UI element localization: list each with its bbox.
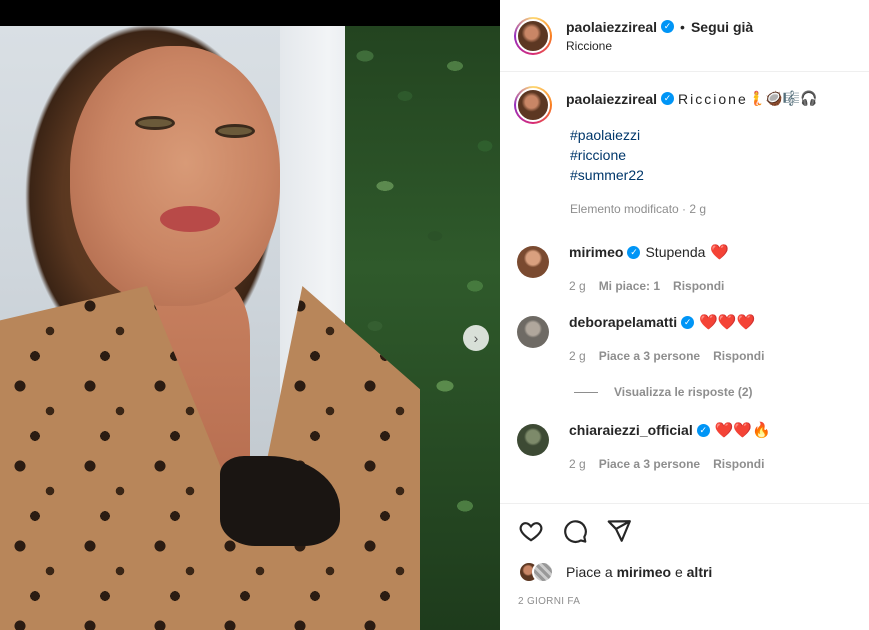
hashtag-link[interactable]: #summer22: [570, 165, 869, 185]
author-avatar[interactable]: [514, 16, 552, 55]
comment-emojis: ❤️: [710, 244, 730, 261]
replies-divider: [574, 391, 598, 393]
reply-button[interactable]: Rispondi: [713, 457, 764, 471]
comment-icon[interactable]: [562, 518, 588, 544]
photo-image[interactable]: [0, 26, 500, 630]
likes-prefix: Piace a: [566, 564, 613, 580]
author-username[interactable]: paolaiezzireal: [566, 19, 657, 35]
commenter-username[interactable]: chiaraiezzi_official: [569, 422, 693, 438]
share-icon[interactable]: [606, 518, 632, 544]
edited-meta: Elemento modificato · 2 g: [570, 202, 707, 216]
comment: deborapelamatti ✓ ❤️❤️❤️ 2 g Piace a 3 p…: [500, 313, 869, 363]
commenter-avatar[interactable]: [517, 246, 549, 278]
verified-icon: ✓: [696, 423, 710, 437]
post-location[interactable]: Riccione: [566, 39, 753, 53]
comment-likes[interactable]: Piace a 3 persone: [599, 349, 700, 363]
likes-joiner: e: [674, 564, 683, 580]
caption-text: Riccione: [678, 90, 748, 107]
comment-time[interactable]: 2 g: [569, 279, 586, 293]
carousel-next-button[interactable]: ›: [463, 325, 489, 351]
photo-face: [70, 46, 280, 306]
commenter-avatar[interactable]: [517, 424, 549, 456]
photo-eye-left: [135, 116, 175, 130]
post-side-panel: paolaiezzireal ✓ • Segui già Riccione pa…: [500, 0, 869, 630]
view-replies-button[interactable]: Visualizza le risposte (2): [500, 385, 869, 399]
follow-button[interactable]: Segui già: [691, 19, 753, 35]
comment-time[interactable]: 2 g: [569, 349, 586, 363]
view-replies-label: Visualizza le risposte (2): [614, 385, 753, 399]
comment-time[interactable]: 2 g: [569, 457, 586, 471]
likes-summary: Piace a mirimeo e altri: [518, 561, 712, 583]
comment: chiaraiezzi_official ✓ ❤️❤️🔥 2 g Piace a…: [500, 421, 869, 471]
post-photo: ›: [0, 0, 500, 630]
commenter-avatar[interactable]: [517, 316, 549, 348]
comment-emojis: ❤️❤️🔥: [714, 422, 771, 439]
likes-user[interactable]: mirimeo: [617, 564, 671, 580]
photo-eye-right: [215, 124, 255, 138]
comment-likes[interactable]: Piace a 3 persone: [599, 457, 700, 471]
header-separator: •: [680, 18, 685, 35]
author-avatar-caption[interactable]: [514, 86, 552, 124]
photo-lips: [160, 206, 220, 232]
comment-likes[interactable]: Mi piace: 1: [599, 279, 660, 293]
likes-others[interactable]: altri: [687, 564, 713, 580]
heart-icon[interactable]: [518, 518, 544, 544]
commenter-username[interactable]: deborapelamatti: [569, 314, 677, 330]
comment-emojis: ❤️❤️❤️: [699, 314, 756, 331]
reply-button[interactable]: Rispondi: [713, 349, 764, 363]
verified-icon: ✓: [627, 245, 641, 259]
comment-text: Stupenda: [645, 244, 706, 260]
liker-avatar-blurred: [532, 561, 554, 583]
post-actions: [500, 503, 869, 544]
verified-icon: ✓: [661, 92, 675, 105]
verified-icon: ✓: [681, 315, 695, 329]
commenter-username[interactable]: mirimeo: [569, 244, 623, 260]
post-date[interactable]: 2 GIORNI FA: [518, 596, 580, 607]
comment: mirimeo ✓ Stupenda ❤️ 2 g Mi piace: 1 Ri…: [500, 243, 869, 293]
verified-icon: ✓: [661, 20, 675, 33]
post-header: paolaiezzireal ✓ • Segui già Riccione: [500, 0, 869, 72]
chevron-right-icon: ›: [473, 330, 479, 346]
caption-emojis: 🧜🥥🎼🎧: [747, 90, 818, 106]
caption-username[interactable]: paolaiezzireal: [566, 91, 657, 107]
reply-button[interactable]: Rispondi: [673, 279, 724, 293]
